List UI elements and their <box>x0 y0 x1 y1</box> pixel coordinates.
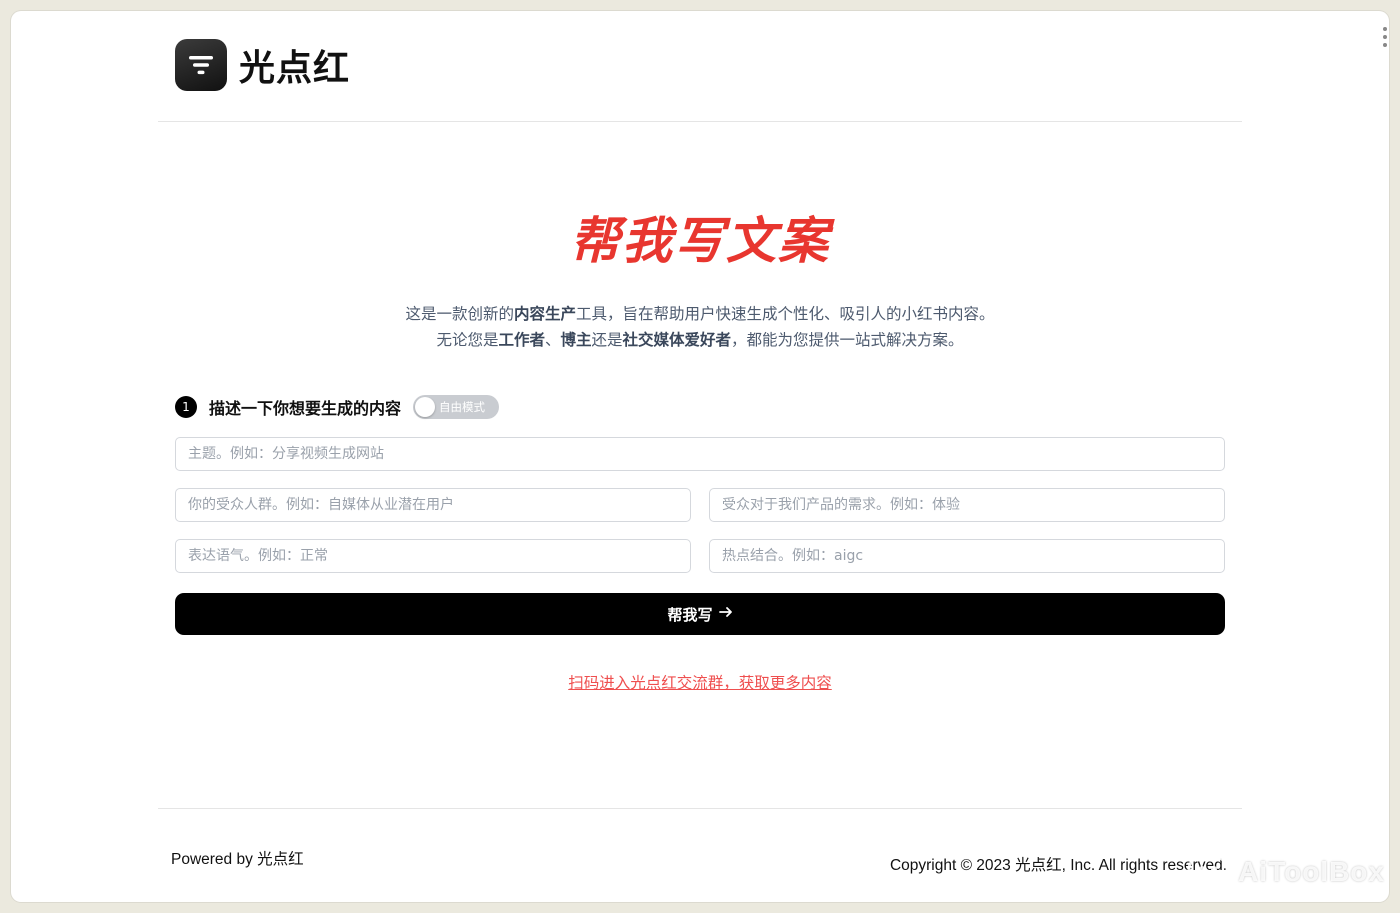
intro-text-segment: 工作者 <box>498 331 545 349</box>
audience-need-input[interactable] <box>709 488 1225 522</box>
intro-text-segment: 社交媒体爱好者 <box>622 331 732 349</box>
intro-description: 这是一款创新的内容生产工具，旨在帮助用户快速生成个性化、吸引人的小红书内容。 无… <box>11 301 1389 353</box>
watermark: AiToolBox <box>1186 851 1385 892</box>
community-link[interactable]: 扫码进入光点红交流群，获取更多内容 <box>568 674 832 692</box>
tone-input[interactable] <box>175 539 691 573</box>
intro-text-segment: 博主 <box>560 331 592 349</box>
more-options-icon[interactable] <box>1381 27 1389 47</box>
generate-button[interactable]: 帮我写 <box>175 593 1225 635</box>
intro-text-segment: 无论您是 <box>436 331 499 349</box>
generate-button-label: 帮我写 <box>667 605 713 624</box>
free-mode-toggle[interactable]: 自由模式 <box>413 395 500 419</box>
intro-line-2: 无论您是工作者、博主还是社交媒体爱好者，都能为您提供一站式解决方案。 <box>11 327 1389 353</box>
intro-line-1: 这是一款创新的内容生产工具，旨在帮助用户快速生成个性化、吸引人的小红书内容。 <box>11 301 1389 327</box>
site-header: 光点红 <box>175 39 350 91</box>
step-header: 1 描述一下你想要生成的内容 自由模式 <box>175 395 500 419</box>
header-divider <box>158 121 1242 122</box>
robot-face-icon <box>1186 851 1230 892</box>
audience-input[interactable] <box>175 488 691 522</box>
intro-text-segment: ，都能为您提供一站式解决方案。 <box>731 331 964 349</box>
toggle-label: 自由模式 <box>439 400 486 414</box>
watermark-text: AiToolBox <box>1238 855 1385 887</box>
intro-text-segment: 内容生产 <box>513 305 576 323</box>
powered-by-text: Powered by 光点红 <box>171 851 304 868</box>
page-title: 帮我写文案 <box>570 212 830 270</box>
community-link-wrap: 扫码进入光点红交流群，获取更多内容 <box>11 671 1389 693</box>
copyright-text: Copyright © 2023 光点红, Inc. All rights re… <box>889 857 1227 874</box>
filter-list-icon[interactable] <box>175 39 227 91</box>
arrow-right-icon <box>718 605 733 623</box>
brand-name[interactable]: 光点红 <box>239 39 350 91</box>
browser-window: 光点红 帮我写文案 这是一款创新的内容生产工具，旨在帮助用户快速生成个性化、吸引… <box>11 11 1389 902</box>
topic-input[interactable] <box>175 437 1225 471</box>
footer-divider <box>158 808 1242 809</box>
intro-text-segment: 这是一款创新的 <box>405 305 514 323</box>
toggle-knob[interactable] <box>415 397 436 417</box>
intro-text-segment: 还是 <box>591 331 623 349</box>
intro-text-segment: 、 <box>544 331 561 349</box>
hotspot-input[interactable] <box>709 539 1225 573</box>
step-number-badge: 1 <box>175 396 197 418</box>
step-label: 描述一下你想要生成的内容 <box>209 399 402 418</box>
intro-text-segment: 工具，旨在帮助用户快速生成个性化、吸引人的小红书内容。 <box>576 305 995 323</box>
